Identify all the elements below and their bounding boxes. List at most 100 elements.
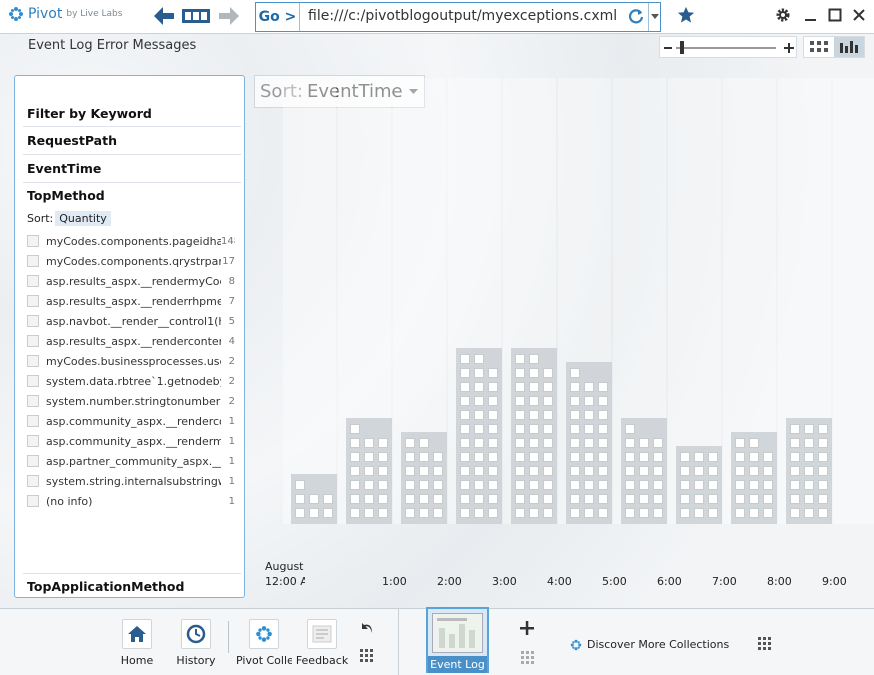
- item-tile[interactable]: [763, 452, 773, 462]
- more-collections-grid-button[interactable]: [758, 637, 772, 654]
- graph-view-button[interactable]: [834, 37, 864, 57]
- filter-sort-value[interactable]: Quantity: [55, 211, 111, 226]
- item-tile[interactable]: [749, 480, 759, 490]
- item-tile[interactable]: [804, 452, 814, 462]
- item-tile[interactable]: [543, 452, 553, 462]
- item-tile[interactable]: [515, 368, 525, 378]
- item-tile[interactable]: [818, 508, 828, 518]
- item-tile[interactable]: [708, 480, 718, 490]
- item-tile[interactable]: [405, 438, 415, 448]
- item-tile[interactable]: [790, 508, 800, 518]
- item-tile[interactable]: [570, 424, 580, 434]
- item-tile[interactable]: [653, 494, 663, 504]
- item-tile[interactable]: [625, 452, 635, 462]
- filter-item[interactable]: myCodes.components.qrystrpars 17: [27, 252, 235, 270]
- item-tile[interactable]: [680, 452, 690, 462]
- item-tile[interactable]: [543, 396, 553, 406]
- item-tile[interactable]: [378, 466, 388, 476]
- item-tile[interactable]: [515, 354, 525, 364]
- item-tile[interactable]: [694, 494, 704, 504]
- item-tile[interactable]: [309, 508, 319, 518]
- item-tile[interactable]: [488, 452, 498, 462]
- item-tile[interactable]: [818, 438, 828, 448]
- item-tile[interactable]: [543, 466, 553, 476]
- item-tile[interactable]: [488, 410, 498, 420]
- item-tile[interactable]: [625, 424, 635, 434]
- item-tile[interactable]: [474, 466, 484, 476]
- item-tile[interactable]: [460, 410, 470, 420]
- item-tile[interactable]: [653, 452, 663, 462]
- discover-collections-link[interactable]: Discover More Collections: [570, 638, 729, 651]
- filter-item[interactable]: myCodes.businessprocesses.userc 2: [27, 352, 235, 370]
- filter-eventtime[interactable]: EventTime: [27, 161, 101, 176]
- item-tile[interactable]: [763, 494, 773, 504]
- item-tile[interactable]: [515, 424, 525, 434]
- item-tile[interactable]: [584, 452, 594, 462]
- pivot-collection-button[interactable]: Pivot Collec: [236, 619, 292, 669]
- item-tile[interactable]: [488, 368, 498, 378]
- zoom-out-icon[interactable]: [664, 46, 672, 50]
- item-tile[interactable]: [364, 508, 374, 518]
- item-tile[interactable]: [570, 396, 580, 406]
- item-tile[interactable]: [584, 494, 594, 504]
- item-tile[interactable]: [515, 466, 525, 476]
- item-tile[interactable]: [515, 508, 525, 518]
- item-tile[interactable]: [515, 396, 525, 406]
- item-tile[interactable]: [584, 396, 594, 406]
- item-tile[interactable]: [804, 424, 814, 434]
- item-tile[interactable]: [584, 424, 594, 434]
- item-tile[interactable]: [295, 508, 305, 518]
- item-tile[interactable]: [419, 480, 429, 490]
- filter-keyword[interactable]: Filter by Keyword: [27, 106, 152, 121]
- item-tile[interactable]: [378, 452, 388, 462]
- item-tile[interactable]: [309, 494, 319, 504]
- item-tile[interactable]: [543, 424, 553, 434]
- item-tile[interactable]: [529, 354, 539, 364]
- item-tile[interactable]: [598, 438, 608, 448]
- item-tile[interactable]: [529, 424, 539, 434]
- item-tile[interactable]: [570, 508, 580, 518]
- item-tile[interactable]: [488, 424, 498, 434]
- item-tile[interactable]: [488, 382, 498, 392]
- item-tile[interactable]: [584, 466, 594, 476]
- filter-item[interactable]: asp.results_aspx.__rendermyCodes 8: [27, 272, 235, 290]
- item-tile[interactable]: [653, 466, 663, 476]
- checkbox[interactable]: [27, 235, 39, 247]
- item-tile[interactable]: [474, 354, 484, 364]
- favorites-button[interactable]: [676, 6, 696, 24]
- item-tile[interactable]: [295, 494, 305, 504]
- item-tile[interactable]: [790, 438, 800, 448]
- item-tile[interactable]: [598, 396, 608, 406]
- item-tile[interactable]: [460, 466, 470, 476]
- item-tile[interactable]: [350, 466, 360, 476]
- item-tile[interactable]: [515, 438, 525, 448]
- maximize-button[interactable]: [826, 6, 844, 24]
- item-tile[interactable]: [543, 382, 553, 392]
- item-tile[interactable]: [543, 508, 553, 518]
- item-tile[interactable]: [680, 508, 690, 518]
- item-tile[interactable]: [639, 466, 649, 476]
- item-tile[interactable]: [543, 480, 553, 490]
- item-tile[interactable]: [625, 494, 635, 504]
- filter-item[interactable]: (no info) 1: [27, 492, 235, 510]
- item-tile[interactable]: [405, 494, 415, 504]
- item-tile[interactable]: [694, 466, 704, 476]
- feedback-button[interactable]: Feedback: [296, 619, 348, 669]
- item-tile[interactable]: [474, 438, 484, 448]
- item-tile[interactable]: [790, 424, 800, 434]
- item-tile[interactable]: [584, 508, 594, 518]
- item-tile[interactable]: [364, 480, 374, 490]
- item-tile[interactable]: [529, 452, 539, 462]
- item-tile[interactable]: [598, 466, 608, 476]
- checkbox[interactable]: [27, 435, 39, 447]
- item-tile[interactable]: [323, 494, 333, 504]
- item-tile[interactable]: [529, 466, 539, 476]
- filter-item[interactable]: asp.partner_community_aspx.__re 1: [27, 452, 235, 470]
- item-tile[interactable]: [488, 480, 498, 490]
- forward-button[interactable]: [217, 5, 241, 27]
- item-tile[interactable]: [708, 508, 718, 518]
- checkbox[interactable]: [27, 335, 39, 347]
- item-tile[interactable]: [598, 452, 608, 462]
- item-tile[interactable]: [598, 382, 608, 392]
- filter-item[interactable]: system.data.rbtree`1.getnodebyin 2: [27, 372, 235, 390]
